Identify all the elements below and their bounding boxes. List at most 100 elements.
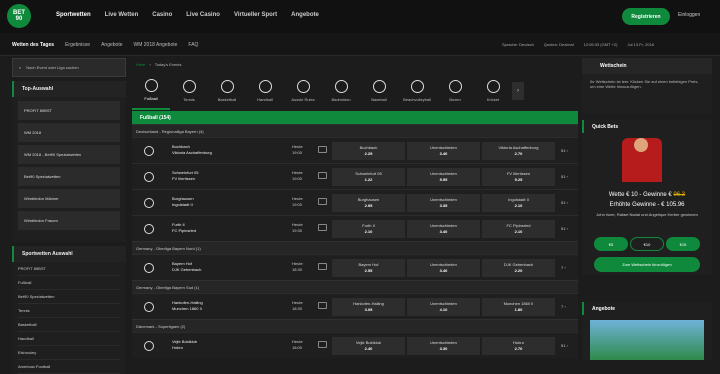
league-header[interactable]: Germany - Oberliga Bayern Nord (1) (132, 241, 578, 254)
odd-home-button[interactable]: Buchbach 2.25 (332, 142, 405, 160)
tab-beachvolleyball[interactable]: Beachvolleyball (398, 71, 436, 110)
tennis-ball-icon (182, 79, 196, 93)
nav-live-wetten[interactable]: Live Wetten (105, 12, 139, 18)
league-header[interactable]: Germany - Oberliga Bayern Sud (1) (132, 280, 578, 293)
event-teams[interactable]: Furth II FC Pipinsried (172, 222, 196, 234)
event-teams[interactable]: Buchbach Viktoria Aschaffenburg (172, 144, 212, 156)
subnav-angebote[interactable]: Angebote (101, 42, 122, 48)
tab-handball[interactable]: Handball (246, 71, 284, 110)
sport-list-item[interactable]: Bet90 Spezialwetten (18, 290, 120, 304)
odd-home-button[interactable]: Burghausen 2.95 (332, 194, 405, 212)
nav-virtueller-sport[interactable]: Virtueller Sport (234, 12, 277, 18)
odd-home-button[interactable]: Vejle Boldklub 2.40 (332, 337, 405, 355)
odd-away-button[interactable]: Munchen 1860 II 1.80 (482, 298, 555, 316)
statistics-icon[interactable] (318, 341, 327, 348)
statistics-icon[interactable] (318, 146, 327, 153)
top-item[interactable]: WM 2018 - Bet90 Spezialwetten (18, 145, 120, 164)
more-markets-link[interactable]: 7 › (561, 265, 566, 270)
sport-list-item[interactable]: American Football (18, 360, 120, 374)
login-link[interactable]: Einloggen (678, 12, 700, 18)
soccer-ball-icon (144, 263, 154, 273)
odd-draw-button[interactable]: Unentschieden 4.10 (407, 298, 480, 316)
league-header[interactable]: Dänemark - Superligaen (2) (132, 319, 578, 332)
stake-5-button[interactable]: €5 (594, 237, 628, 251)
more-markets-link[interactable]: 51 › (561, 226, 568, 231)
more-markets-link[interactable]: 51 › (561, 174, 568, 179)
odd-away-button[interactable]: FC Pipinsried 2.10 (482, 220, 555, 238)
tab-baseball[interactable]: Baseball (360, 71, 398, 110)
event-teams[interactable]: Burghausen Ingolstadt II (172, 196, 194, 208)
odd-draw-button[interactable]: Unentschieden 3.40 (407, 259, 480, 277)
statistics-icon[interactable] (318, 302, 327, 309)
top-item[interactable]: Bet90 Spezialwetten (18, 167, 120, 186)
tab-kricket[interactable]: Kricket (474, 71, 512, 110)
odd-away-button[interactable]: Ingolstadt II 2.10 (482, 194, 555, 212)
more-markets-link[interactable]: 51 › (561, 148, 568, 153)
add-to-betslip-button[interactable]: Zum Wettschein hinzufügen (594, 257, 700, 272)
language-select[interactable]: Sprache: Deutsch (502, 42, 534, 47)
tab-aussie-rules[interactable]: Aussie Rules (284, 71, 322, 110)
tab-tennis[interactable]: Tennis (170, 71, 208, 110)
sport-list-item[interactable]: Basketball (18, 318, 120, 332)
event-time: Heute 18:30 (292, 261, 303, 273)
more-markets-link[interactable]: 51 › (561, 343, 568, 348)
more-markets-link[interactable]: 7 › (561, 304, 566, 309)
sport-list-item[interactable]: Eishockey (18, 346, 120, 360)
sport-list-item[interactable]: Fußball (18, 276, 120, 290)
chevron-right-icon[interactable]: › (512, 81, 524, 100)
statistics-icon[interactable] (318, 172, 327, 179)
subnav-faq[interactable]: FAQ (188, 42, 198, 48)
stake-15-button[interactable]: €15 (666, 237, 700, 251)
event-teams[interactable]: Vejle Boldklub Hobro (172, 339, 197, 351)
odd-away-button[interactable]: DJK Gebenbach 2.20 (482, 259, 555, 277)
subnav-ergebnisse[interactable]: Ergebnisse (65, 42, 90, 48)
odd-draw-button[interactable]: Unentschieden 3.30 (407, 337, 480, 355)
cricket-icon (486, 79, 500, 93)
top-item[interactable]: PROFIT 89BST (18, 101, 120, 120)
odd-away-button[interactable]: FV Illertissen 9.25 (482, 168, 555, 186)
sport-list-item[interactable]: PROFIT 89BST (18, 262, 120, 276)
event-clock: 18:30 (292, 306, 303, 311)
search-input[interactable]: ⌕ Nach Event oder Liga suchen (12, 58, 126, 77)
odd-away-button[interactable]: Hobro 2.70 (482, 337, 555, 355)
subnav-wetten-des-tages[interactable]: Wetten des Tages (12, 42, 54, 48)
bet90-logo[interactable]: BET 90 (7, 4, 31, 28)
nav-live-casino[interactable]: Live Casino (186, 12, 220, 18)
odd-home-button[interactable]: Furth II 2.10 (332, 220, 405, 238)
odds-format-select[interactable]: Quoten: Dezimal (544, 42, 574, 47)
subnav-wm-angebote[interactable]: WM 2018 Angebote (134, 42, 178, 48)
sport-list-item[interactable]: Tennis (18, 304, 120, 318)
statistics-icon[interactable] (318, 198, 327, 205)
statistics-icon[interactable] (318, 263, 327, 270)
top-item[interactable]: Wimbledon Frauen (18, 211, 120, 230)
league-header[interactable]: Deutschland - Regionalliga Bayern (4) (132, 124, 578, 137)
odd-draw-button[interactable]: Unentschieden 3.40 (407, 142, 480, 160)
event-teams[interactable]: Schweinfurt 05 FV Illertissen (172, 170, 198, 182)
tab-boxen[interactable]: Boxen (436, 71, 474, 110)
tab-fussball[interactable]: Fußball (132, 71, 170, 110)
tab-badminton[interactable]: Badminton (322, 71, 360, 110)
event-teams[interactable]: Hankofen-Hailing Munchen 1860 II (172, 300, 203, 312)
stake-10-button[interactable]: €10 (630, 237, 664, 251)
odd-home-button[interactable]: Hankofen-Hailing 3.05 (332, 298, 405, 316)
promo-banner[interactable] (590, 320, 704, 360)
sport-list-item[interactable]: Handball (18, 332, 120, 346)
breadcrumb-home[interactable]: Heim (136, 62, 145, 67)
odd-home-button[interactable]: Schweinfurt 05 1.22 (332, 168, 405, 186)
nav-casino[interactable]: Casino (152, 12, 172, 18)
odd-home-button[interactable]: Bayern Hof 2.55 (332, 259, 405, 277)
top-item[interactable]: Wimbledon Männer (18, 189, 120, 208)
tab-basketball[interactable]: Basketball (208, 71, 246, 110)
away-team: Munchen 1860 II (172, 306, 202, 311)
odd-draw-button[interactable]: Unentschieden 3.40 (407, 220, 480, 238)
top-item[interactable]: WM 2018 (18, 123, 120, 142)
odd-draw-button[interactable]: Unentschieden 3.35 (407, 194, 480, 212)
statistics-icon[interactable] (318, 224, 327, 231)
event-teams[interactable]: Bayern Hof DJK Gebenbach (172, 261, 201, 273)
odd-draw-button[interactable]: Unentschieden 5.95 (407, 168, 480, 186)
odd-away-button[interactable]: Viktoria Aschaffenburg 2.70 (482, 142, 555, 160)
nav-angebote[interactable]: Angebote (291, 12, 319, 18)
more-markets-link[interactable]: 51 › (561, 200, 568, 205)
register-button[interactable]: Registrieren (622, 8, 670, 25)
nav-sportwetten[interactable]: Sportwetten (56, 12, 91, 18)
